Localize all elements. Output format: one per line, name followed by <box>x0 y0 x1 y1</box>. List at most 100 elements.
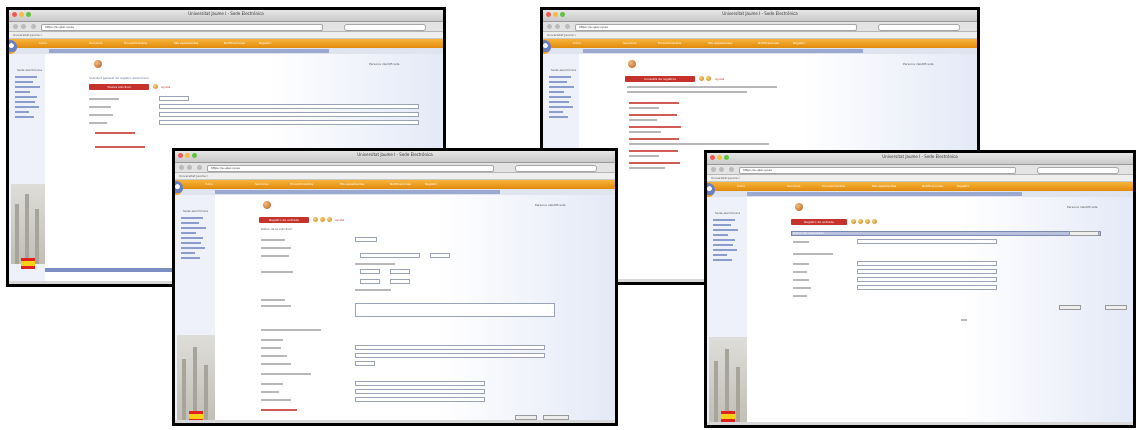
form-select[interactable] <box>355 237 377 242</box>
menu-item-registro[interactable]: Registro <box>425 182 437 186</box>
tool-icon[interactable] <box>865 219 870 224</box>
address-bar[interactable]: https://e-ujier.uji.es <box>207 165 494 172</box>
menu-item-procedimientos[interactable]: Procedimientos <box>124 41 147 45</box>
sidebar-link[interactable] <box>549 116 568 118</box>
sidebar-link[interactable] <box>713 224 731 226</box>
reload-icon[interactable] <box>31 24 36 29</box>
sidebar-link[interactable] <box>181 222 199 224</box>
form-input[interactable] <box>355 381 485 386</box>
menu-item-registro[interactable]: Registro <box>793 41 805 45</box>
forward-arrow-icon[interactable] <box>187 165 192 170</box>
sidebar-link[interactable] <box>15 91 30 93</box>
search-field[interactable] <box>515 165 597 172</box>
forward-arrow-icon[interactable] <box>555 24 560 29</box>
sidebar-link[interactable] <box>713 254 727 256</box>
tool-icon[interactable] <box>699 76 704 81</box>
primary-action-button[interactable]: Registro de entrada <box>791 219 847 225</box>
help-link[interactable]: Ayuda <box>715 77 724 81</box>
menu-item-inicio[interactable]: Inicio <box>205 182 213 186</box>
sidebar-link[interactable] <box>15 86 40 88</box>
form-input[interactable] <box>857 285 997 290</box>
form-input[interactable] <box>430 253 450 258</box>
sidebar-link[interactable] <box>181 227 206 229</box>
form-input[interactable] <box>355 389 485 394</box>
menu-item-expedientes[interactable]: Mis expedientes <box>872 184 896 188</box>
form-select[interactable] <box>355 353 545 358</box>
form-input[interactable] <box>360 253 420 258</box>
comments-textarea[interactable] <box>355 303 555 317</box>
tool-icon[interactable] <box>872 219 877 224</box>
tool-icon[interactable] <box>706 76 711 81</box>
form-select[interactable] <box>360 269 380 274</box>
reload-icon[interactable] <box>197 165 202 170</box>
address-bar[interactable]: https://e-ujier.uji.es <box>575 24 857 31</box>
sidebar-link[interactable] <box>549 96 571 98</box>
menu-item-inicio[interactable]: Inicio <box>737 184 745 188</box>
forward-arrow-icon[interactable] <box>21 24 26 29</box>
form-input[interactable] <box>159 96 189 101</box>
back-arrow-icon[interactable] <box>711 167 716 172</box>
record-link[interactable] <box>629 162 680 164</box>
sidebar-link[interactable] <box>15 111 29 113</box>
form-select[interactable] <box>159 104 419 109</box>
menu-item-inicio[interactable]: Inicio <box>39 41 47 45</box>
menu-item-procedimientos[interactable]: Procedimientos <box>290 182 313 186</box>
sidebar-link[interactable] <box>549 101 569 103</box>
menu-item-servicios[interactable]: Servicios <box>787 184 800 188</box>
menu-item-expedientes[interactable]: Mis expedientes <box>340 182 364 186</box>
forward-arrow-icon[interactable] <box>719 167 724 172</box>
sidebar-link[interactable] <box>181 242 201 244</box>
form-input[interactable] <box>390 279 410 284</box>
sidebar-link[interactable] <box>713 234 728 236</box>
sidebar-link[interactable] <box>713 219 735 221</box>
sidebar-link[interactable] <box>15 116 34 118</box>
form-input[interactable] <box>159 120 419 125</box>
sidebar-link[interactable] <box>549 76 571 78</box>
help-link[interactable]: Ayuda <box>161 85 170 89</box>
sidebar-link[interactable] <box>181 237 203 239</box>
form-input[interactable] <box>355 361 375 366</box>
address-bar[interactable]: https://e-ujier.uji.es <box>739 167 1016 174</box>
menu-item-notificaciones[interactable]: Notificaciones <box>390 182 411 186</box>
sidebar-link[interactable] <box>181 217 203 219</box>
sidebar-link[interactable] <box>15 76 37 78</box>
menu-item-expedientes[interactable]: Mis expedientes <box>174 41 198 45</box>
sidebar-link[interactable] <box>549 106 573 108</box>
menu-item-notificaciones[interactable]: Notificaciones <box>224 41 245 45</box>
menu-item-servicios[interactable]: Servicios <box>89 41 102 45</box>
menu-item-inicio[interactable]: Inicio <box>573 41 581 45</box>
next-button[interactable] <box>1105 305 1127 310</box>
back-button[interactable] <box>1059 305 1081 310</box>
sidebar-link[interactable] <box>713 244 733 246</box>
reload-icon[interactable] <box>565 24 570 29</box>
record-link[interactable] <box>629 126 681 128</box>
menu-item-servicios[interactable]: Servicios <box>255 182 268 186</box>
sidebar-link[interactable] <box>713 249 737 251</box>
back-arrow-icon[interactable] <box>179 165 184 170</box>
tool-icon[interactable] <box>320 217 325 222</box>
sidebar-link[interactable] <box>549 86 574 88</box>
back-arrow-icon[interactable] <box>547 24 552 29</box>
menu-item-procedimientos[interactable]: Procedimientos <box>658 41 681 45</box>
menu-item-notificaciones[interactable]: Notificaciones <box>758 41 779 45</box>
sidebar-link[interactable] <box>15 101 35 103</box>
sidebar-link[interactable] <box>181 257 200 259</box>
sidebar-link[interactable] <box>181 252 195 254</box>
radio-option[interactable] <box>355 263 395 265</box>
help-link[interactable]: Ayuda <box>335 218 344 222</box>
checkbox-option[interactable] <box>355 289 391 291</box>
tool-icon[interactable] <box>327 217 332 222</box>
form-input[interactable] <box>355 397 485 402</box>
sidebar-link[interactable] <box>15 81 33 83</box>
bookmark-item[interactable]: Universitat Jaume I <box>13 33 42 37</box>
help-icon[interactable] <box>153 84 158 89</box>
tool-icon[interactable] <box>851 219 856 224</box>
record-link[interactable] <box>629 150 678 152</box>
search-field[interactable] <box>878 24 960 31</box>
back-arrow-icon[interactable] <box>13 24 18 29</box>
primary-action-button[interactable]: Nueva solicitud <box>89 84 149 90</box>
menu-item-notificaciones[interactable]: Notificaciones <box>922 184 943 188</box>
form-input[interactable] <box>857 277 997 282</box>
search-field[interactable] <box>1037 167 1119 174</box>
sidebar-link[interactable] <box>549 81 567 83</box>
